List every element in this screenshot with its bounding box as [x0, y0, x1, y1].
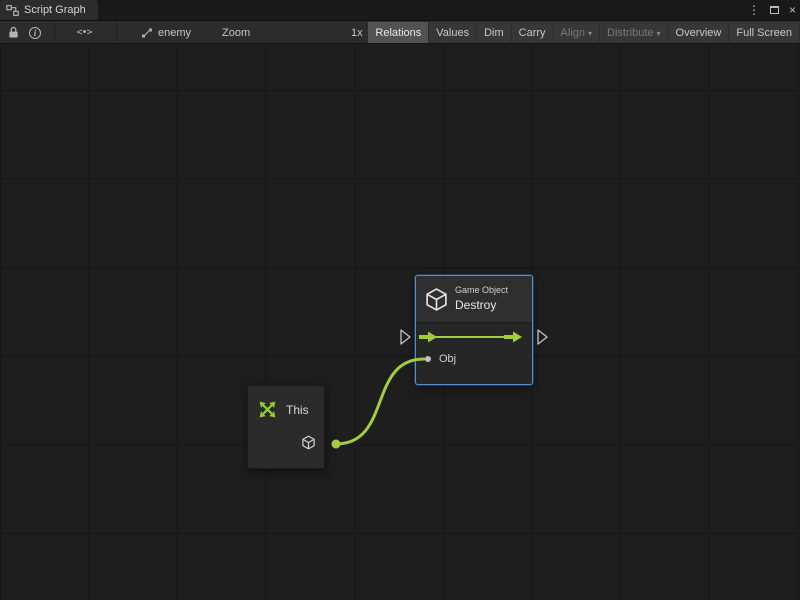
- connection-wire[interactable]: [336, 359, 424, 444]
- maximize-icon[interactable]: [770, 0, 779, 21]
- chevron-down-icon: ▾: [657, 28, 661, 38]
- info-icon[interactable]: i: [27, 21, 43, 44]
- lock-icon[interactable]: [5, 21, 21, 44]
- node-header: Game Object Destroy: [416, 276, 532, 323]
- script-graph-icon: [6, 4, 19, 17]
- dim-button[interactable]: Dim: [477, 22, 511, 43]
- graph-name-label[interactable]: enemy: [158, 21, 191, 44]
- graph-toolbar: i <∙> enemy Zoom 1x Relations Values Dim…: [0, 21, 800, 44]
- tab-script-graph[interactable]: Script Graph: [0, 0, 98, 20]
- align-dropdown[interactable]: Align▾: [554, 22, 599, 43]
- gameobject-cube-icon: [301, 435, 316, 455]
- chevron-down-icon: ▾: [588, 28, 592, 38]
- zoom-value: 1x: [351, 21, 363, 44]
- close-icon[interactable]: ×: [789, 0, 796, 21]
- this-node-icon: [257, 399, 278, 425]
- more-menu-icon[interactable]: ⋮: [748, 0, 760, 21]
- titlebar-actions: ⋮ ×: [748, 0, 796, 21]
- values-button[interactable]: Values: [429, 22, 476, 43]
- code-preview-icon[interactable]: <∙>: [68, 21, 100, 44]
- zoom-label: Zoom: [222, 21, 250, 44]
- carry-button[interactable]: Carry: [512, 22, 553, 43]
- script-graph-window: Script Graph ⋮ × i <∙> enemy Zoom: [0, 0, 800, 600]
- overview-button[interactable]: Overview: [669, 22, 729, 43]
- graph-canvas[interactable]: This Game Object Destroy Obj: [0, 44, 800, 600]
- connections-overlay: [0, 44, 800, 600]
- node-destroy[interactable]: Game Object Destroy Obj: [415, 275, 533, 385]
- node-this[interactable]: This: [247, 385, 325, 469]
- tab-label: Script Graph: [24, 4, 86, 16]
- graph-asset-icon: [140, 21, 154, 44]
- node-category: Game Object: [455, 285, 508, 295]
- fullscreen-button[interactable]: Full Screen: [729, 22, 799, 43]
- node-title: Destroy: [455, 298, 496, 312]
- toolbar-divider: [116, 23, 117, 42]
- control-input-port[interactable]: [401, 330, 410, 344]
- control-output-port[interactable]: [538, 330, 547, 344]
- toolbar-divider: [54, 23, 55, 42]
- node-title: This: [286, 403, 309, 417]
- relations-button[interactable]: Relations: [368, 22, 428, 43]
- gameobject-cube-icon: [424, 287, 449, 317]
- this-output-port[interactable]: [332, 440, 341, 449]
- distribute-dropdown[interactable]: Distribute▾: [600, 22, 667, 43]
- input-port-label: Obj: [439, 353, 456, 365]
- toolbar-buttons: Relations Values Dim Carry Align▾ Distri…: [368, 22, 799, 43]
- title-bar: Script Graph ⋮ ×: [0, 0, 800, 21]
